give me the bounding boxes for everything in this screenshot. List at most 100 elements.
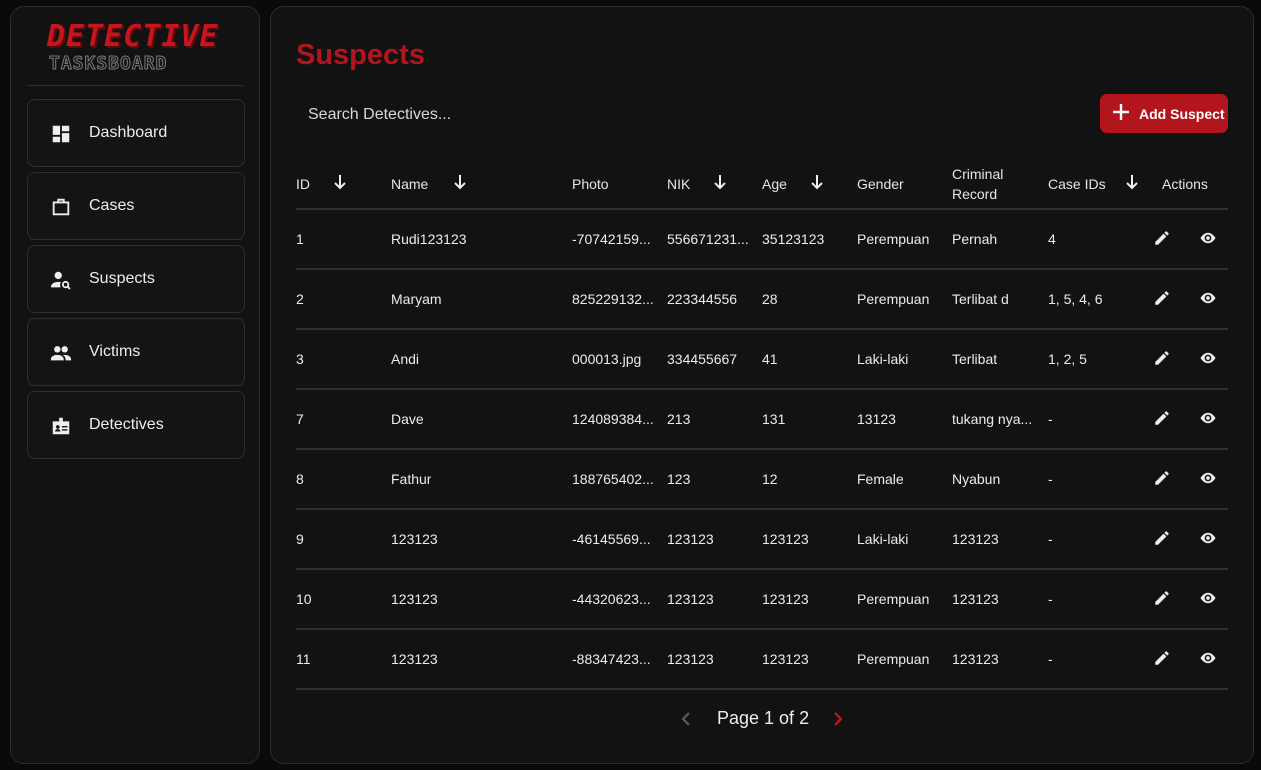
cell-age-text: 131	[762, 411, 786, 427]
cell-gender: Perempuan	[857, 570, 945, 628]
view-eye-icon[interactable]	[1199, 589, 1217, 607]
cell-criminal-record-text: Terlibat d	[952, 291, 1009, 307]
chevron-left-icon[interactable]	[679, 709, 693, 729]
header-id: ID	[296, 175, 310, 192]
cell-nik: 213	[667, 390, 755, 448]
header-criminal-record: Criminal Record	[952, 157, 1003, 210]
chevron-right-icon[interactable]	[831, 709, 845, 729]
cell-photo: -88347423...	[572, 630, 660, 688]
cell-id-text: 11	[296, 651, 311, 667]
cell-case-ids-text: -	[1048, 531, 1053, 547]
table-row: 1 Rudi123123 -70742159... 556671231... 35123…	[296, 210, 1228, 270]
sidebar-item-dashboard[interactable]: Dashboard	[27, 99, 245, 167]
sidebar-divider	[27, 85, 243, 86]
edit-pencil-icon[interactable]	[1153, 349, 1171, 367]
view-eye-icon[interactable]	[1199, 349, 1217, 367]
edit-pencil-icon[interactable]	[1153, 229, 1171, 247]
cell-nik-text: 123123	[667, 651, 714, 667]
cell-case-ids: -	[1048, 630, 1136, 688]
cell-case-ids: 1, 2, 5	[1048, 330, 1136, 388]
cell-photo: 000013.jpg	[572, 330, 660, 388]
cell-photo-text: 825229132...	[572, 291, 654, 307]
cell-criminal-record: Nyabun	[952, 450, 1040, 508]
table-row: 7 Dave 124089384... 213 131 13123 tukang nya..…	[296, 390, 1228, 450]
view-eye-icon[interactable]	[1199, 289, 1217, 307]
search-input[interactable]	[296, 97, 696, 133]
header-nik: NIK	[667, 175, 691, 192]
cell-criminal-record: Pernah	[952, 210, 1040, 268]
cell-age-text: 123123	[762, 651, 809, 667]
cell-name-text: 123123	[391, 591, 438, 607]
cell-criminal-record-text: Terlibat	[952, 351, 998, 367]
cell-gender-text: Female	[857, 471, 904, 487]
add-suspect-button[interactable]: Add Suspect	[1100, 94, 1228, 133]
dashboard-icon	[52, 125, 70, 143]
cell-age: 123123	[762, 570, 850, 628]
edit-pencil-icon[interactable]	[1153, 649, 1171, 667]
sidebar-item-victims[interactable]: Victims	[27, 318, 245, 386]
cell-criminal-record-text: Nyabun	[952, 471, 1001, 487]
cell-name-text: 123123	[391, 651, 438, 667]
cell-criminal-record: 123123	[952, 510, 1040, 568]
view-eye-icon[interactable]	[1199, 409, 1217, 427]
sidebar-item-label: Suspects	[89, 270, 155, 287]
sidebar-item-detectives[interactable]: Detectives	[27, 391, 245, 459]
cell-criminal-record: 123123	[952, 630, 1040, 688]
cell-id-text: 1	[296, 231, 304, 247]
cell-name-text: Rudi123123	[391, 231, 467, 247]
cell-gender-text: Perempuan	[857, 231, 930, 247]
cell-criminal-record-text: 123123	[952, 591, 999, 607]
cell-nik: 334455667	[667, 330, 755, 388]
sort-arrow-down-icon[interactable]	[453, 174, 467, 190]
cell-id-text: 2	[296, 291, 304, 307]
header-criminal-record-line1: Criminal	[952, 165, 1004, 182]
edit-pencil-icon[interactable]	[1153, 289, 1171, 307]
table-row: 3 Andi 000013.jpg 334455667 41 Laki-laki Terli…	[296, 330, 1228, 390]
cell-gender-text: Laki-laki	[857, 351, 909, 367]
cell-id-text: 3	[296, 351, 304, 367]
edit-pencil-icon[interactable]	[1153, 409, 1171, 427]
sort-arrow-down-icon[interactable]	[810, 174, 824, 190]
cell-age-text: 123123	[762, 531, 809, 547]
sort-arrow-down-icon[interactable]	[713, 174, 727, 190]
sort-arrow-down-icon[interactable]	[1125, 174, 1139, 190]
edit-pencil-icon[interactable]	[1153, 589, 1171, 607]
sidebar-item-suspects[interactable]: Suspects	[27, 245, 245, 313]
cell-id: 8	[296, 450, 381, 508]
cell-case-ids: 1, 5, 4, 6	[1048, 270, 1136, 328]
cell-name: Andi	[391, 330, 561, 388]
pagination: Page 1 of 2	[271, 707, 1253, 731]
view-eye-icon[interactable]	[1199, 649, 1217, 667]
cell-gender: Perempuan	[857, 270, 945, 328]
edit-pencil-icon[interactable]	[1153, 469, 1171, 487]
edit-pencil-icon[interactable]	[1153, 529, 1171, 547]
cell-age-text: 123123	[762, 591, 809, 607]
table-row: 8 Fathur 188765402... 123 12 Female Nyabun -	[296, 450, 1228, 510]
view-eye-icon[interactable]	[1199, 529, 1217, 547]
cell-criminal-record-text: 123123	[952, 531, 999, 547]
cell-name: Rudi123123	[391, 210, 561, 268]
header-actions: Actions	[1162, 175, 1208, 192]
cell-criminal-record: 123123	[952, 570, 1040, 628]
cell-age-text: 41	[762, 351, 778, 367]
view-eye-icon[interactable]	[1199, 469, 1217, 487]
cell-id-text: 7	[296, 411, 304, 427]
sort-arrow-down-icon[interactable]	[333, 174, 347, 190]
cell-age-text: 35123123	[762, 231, 825, 247]
cell-photo-text: 124089384...	[572, 411, 654, 427]
cell-id: 9	[296, 510, 381, 568]
header-photo: Photo	[572, 175, 609, 192]
sidebar-item-cases[interactable]: Cases	[27, 172, 245, 240]
cell-nik-text: 123123	[667, 591, 714, 607]
cell-case-ids-text: -	[1048, 471, 1053, 487]
cell-name: 123123	[391, 630, 561, 688]
cell-photo: -70742159...	[572, 210, 660, 268]
cell-criminal-record: Terlibat	[952, 330, 1040, 388]
suspects-table: ID Name Photo NIK Age Gender Criminal Re…	[296, 157, 1228, 690]
logo-title: DETECTIVE	[47, 18, 219, 55]
main-panel: Suspects Add Suspect ID Name Photo NIK A…	[270, 6, 1254, 764]
cell-photo-text: -70742159...	[572, 231, 651, 247]
view-eye-icon[interactable]	[1199, 229, 1217, 247]
briefcase-icon	[52, 198, 70, 216]
app-logo[interactable]: DETECTIVE TASKSBOARD	[47, 18, 219, 81]
